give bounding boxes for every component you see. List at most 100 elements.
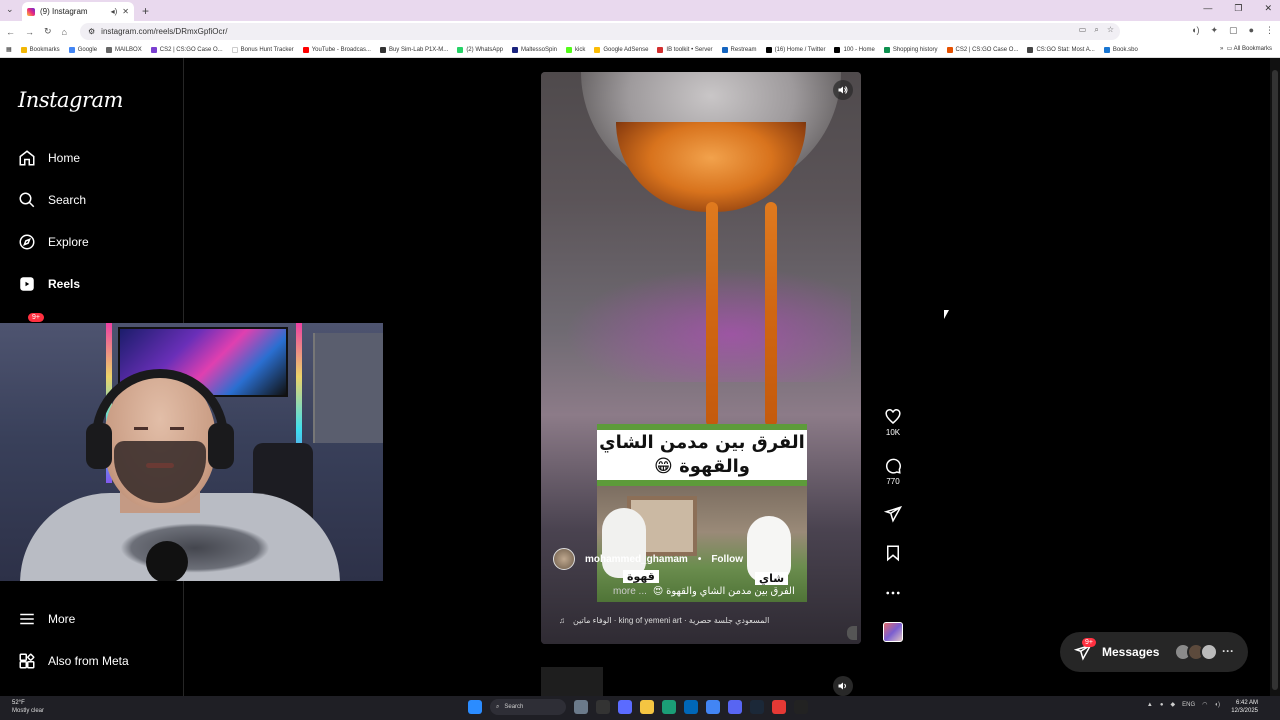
audio-control-icon[interactable]: ◖) — [1191, 25, 1199, 36]
bookmark-item[interactable]: Bookmarks — [20, 46, 60, 53]
bookmark-item[interactable]: Bonus Hunt Tracker — [231, 46, 294, 53]
zoom-icon[interactable]: ⌕ — [1094, 25, 1098, 35]
heart-icon — [885, 409, 901, 424]
bookmark-item[interactable]: IB toolkit • Server — [657, 46, 713, 53]
task-view-icon[interactable] — [574, 700, 588, 714]
bookmark-item[interactable]: Buy Sim-Lab P1X-M... — [379, 46, 448, 53]
volume-icon[interactable]: ◖) — [1214, 702, 1220, 708]
sidebar-item-also-from-meta[interactable]: Also from Meta — [18, 652, 129, 670]
menu-kebab-icon[interactable]: ⋮ — [1265, 25, 1274, 36]
save-action[interactable] — [880, 544, 906, 562]
tray-icon[interactable]: ◆ — [1170, 701, 1175, 708]
file-explorer-icon[interactable] — [640, 700, 654, 714]
weather-widget[interactable]: 52°F Mostly clear — [12, 699, 44, 715]
tray-icon[interactable]: ● — [1160, 702, 1164, 708]
app-icon[interactable] — [596, 700, 610, 714]
author-username[interactable]: mohammed_ghamam — [585, 554, 688, 565]
bookmark-item[interactable]: YouTube - Broadcas... — [302, 46, 371, 53]
tray-icon[interactable]: ▲ — [1147, 702, 1153, 708]
reload-button[interactable]: ↻ — [44, 26, 52, 37]
language-indicator[interactable]: ENG — [1182, 702, 1195, 708]
maximize-button[interactable]: ❐ — [1234, 3, 1242, 14]
mouse-cursor — [944, 310, 949, 319]
messages-button[interactable]: 9+ Messages ··· — [1060, 632, 1248, 672]
obs-icon[interactable] — [794, 700, 808, 714]
tab-audio-icon[interactable]: ◂) — [111, 7, 118, 16]
app-icon[interactable] — [772, 700, 786, 714]
chrome-icon[interactable] — [706, 700, 720, 714]
description-text: الفرق بين مدمن الشاي والقهوة 😍 — [652, 586, 795, 597]
bookmark-item[interactable]: kick — [566, 46, 585, 53]
bookmark-item[interactable]: CS2 | CS:GO Case O... — [150, 46, 223, 53]
taskbar-clock[interactable]: 6:42 AM 12/3/2025 — [1231, 699, 1258, 715]
bookmark-item[interactable]: CS2 | CS:GO Case O... — [946, 46, 1018, 53]
comment-action[interactable]: 770 — [880, 457, 906, 486]
start-button-icon[interactable] — [468, 700, 482, 714]
minimize-button[interactable]: — — [1203, 3, 1212, 14]
app-icon[interactable] — [618, 700, 632, 714]
bookmark-item[interactable]: Book.sbo — [1103, 46, 1138, 53]
bookmark-item[interactable]: 100 - Home — [834, 46, 875, 53]
instagram-logo[interactable]: Instagram — [18, 88, 123, 112]
next-reel-preview[interactable] — [541, 667, 603, 696]
more-options-action[interactable] — [880, 584, 906, 602]
tab-title: (9) Instagram — [40, 7, 88, 16]
tab-close-icon[interactable]: ✕ — [122, 7, 129, 16]
audio-title: الوفاء ماتين · king of yemeni art · المس… — [573, 616, 770, 625]
bookmark-item[interactable]: (2) WhatsApp — [457, 46, 503, 53]
extensions-icon[interactable]: ✦ — [1211, 25, 1219, 36]
bookmark-item[interactable]: MaltessoSpin — [512, 46, 557, 53]
next-page-handle[interactable] — [847, 626, 857, 640]
edge-icon[interactable] — [662, 700, 676, 714]
bookmark-item[interactable]: Google AdSense — [594, 46, 648, 53]
close-window-button[interactable]: ✕ — [1264, 3, 1272, 14]
messages-badge: 9+ — [1082, 638, 1096, 647]
bookmark-item[interactable]: Restream — [721, 46, 757, 53]
store-icon[interactable] — [684, 700, 698, 714]
messages-more-icon[interactable]: ··· — [1222, 644, 1234, 658]
browser-tab-instagram[interactable]: (9) Instagram ◂) ✕ — [22, 2, 134, 21]
discord-icon[interactable] — [728, 700, 742, 714]
wifi-icon[interactable]: ◠ — [1202, 701, 1207, 708]
author-avatar[interactable] — [553, 548, 575, 570]
audio-thumbnail[interactable] — [880, 622, 906, 642]
bookmark-item[interactable]: Google — [68, 46, 97, 53]
bookmark-star-icon[interactable]: ☆ — [1107, 25, 1114, 35]
split-icon[interactable]: ▢ — [1229, 25, 1238, 36]
taskbar-search[interactable]: ⌕ Search — [490, 699, 566, 715]
sidebar-item-explore[interactable]: Explore — [18, 233, 89, 251]
home-button[interactable]: ⌂ — [62, 27, 67, 37]
sidebar-item-search[interactable]: Search — [18, 191, 86, 209]
forward-button[interactable]: → — [25, 27, 34, 37]
bookmark-item[interactable]: Shopping history — [883, 46, 938, 53]
ellipsis-icon — [886, 591, 900, 595]
new-tab-button[interactable]: + — [142, 4, 149, 18]
next-reel-mute-button[interactable] — [833, 676, 853, 696]
install-app-icon[interactable]: ▭ — [1079, 25, 1087, 35]
profile-avatar-icon[interactable]: ● — [1249, 25, 1254, 36]
more-link[interactable]: more ... — [613, 586, 647, 597]
notifications-badge: 9+ — [28, 313, 44, 322]
tab-list-chevron-icon[interactable]: ⌄ — [6, 4, 14, 15]
all-bookmarks-button[interactable]: » ▭ All Bookmarks — [1213, 45, 1272, 52]
steam-icon[interactable] — [750, 700, 764, 714]
share-action[interactable] — [880, 505, 906, 523]
sidebar-item-reels[interactable]: Reels — [18, 275, 80, 293]
apps-grid-icon[interactable]: ▦ — [6, 46, 12, 53]
reel-video[interactable]: الفرق بين مدمن الشاي والقهوة 😁 قهوة شاي … — [541, 72, 861, 644]
address-bar[interactable]: ⚙ instagram.com/reels/DRmxGpfiOcr/ ▭ ⌕ ☆ — [80, 23, 1120, 40]
follow-button[interactable]: Follow — [711, 554, 743, 565]
like-action[interactable]: 10K — [880, 408, 906, 437]
bookmark-item[interactable]: (16) Home / Twitter — [765, 46, 825, 53]
page-scrollbar[interactable] — [1270, 58, 1280, 696]
bookmark-item[interactable]: CS:GO Stat: Most A... — [1027, 46, 1095, 53]
browser-toolbar: ← → ↻ ⌂ ⚙ instagram.com/reels/DRmxGpfiOc… — [0, 21, 1280, 42]
background-shelf — [313, 333, 383, 443]
reel-audio-row[interactable]: ♫ الوفاء ماتين · king of yemeni art · ال… — [559, 616, 769, 625]
sidebar-item-home[interactable]: Home — [18, 149, 80, 167]
back-button[interactable]: ← — [6, 27, 15, 37]
mute-toggle-button[interactable] — [833, 80, 853, 100]
site-info-icon[interactable]: ⚙ — [88, 27, 95, 36]
sidebar-item-more[interactable]: More — [18, 610, 75, 628]
bookmark-item[interactable]: MAILBOX — [106, 46, 142, 53]
